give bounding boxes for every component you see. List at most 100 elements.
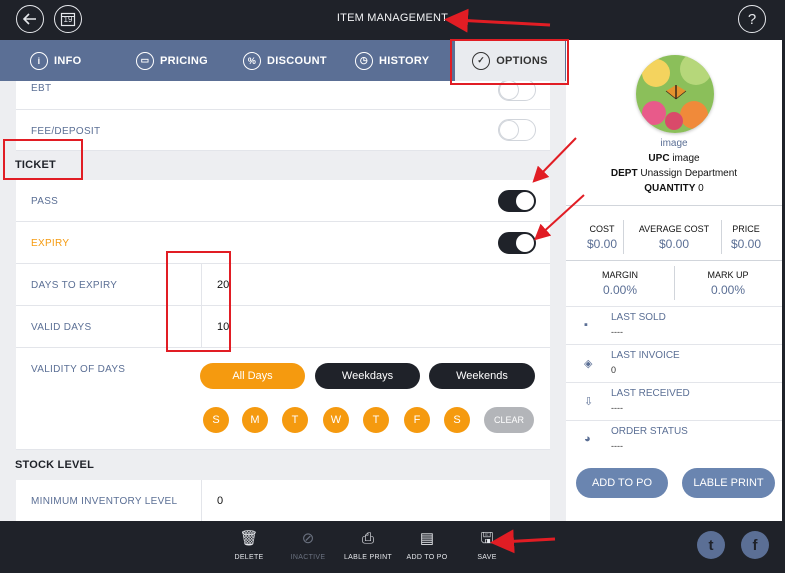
delete-label: DELETE xyxy=(234,554,264,561)
pass-toggle[interactable] xyxy=(498,190,536,212)
last-received-label: LAST RECEIVED xyxy=(611,388,690,399)
inactive-label: INACTIVE xyxy=(290,554,326,561)
download-icon: ⇩ xyxy=(584,396,594,408)
valid-days-row: VALID DAYS 10 xyxy=(16,306,550,348)
clear-days-button[interactable]: CLEAR xyxy=(484,407,534,433)
pass-label: PASS xyxy=(31,196,59,207)
bottom-toolbar: 🗑︎ DELETE ⊘ INACTIVE ⎙ LABLE PRINT ▤ ADD… xyxy=(0,521,785,573)
save-button[interactable]: 🖫︎ SAVE xyxy=(457,529,517,561)
delete-button[interactable]: 🗑︎ DELETE xyxy=(219,529,279,561)
options-panel: EBT FEE/DEPOSIT TICKET PASS EXPIRY DAYS … xyxy=(0,81,566,521)
valid-days-label: VALID DAYS xyxy=(31,322,92,333)
min-inventory-field[interactable]: 0 xyxy=(201,480,223,521)
annotation-box-ticket xyxy=(3,139,83,180)
expiry-toggle[interactable] xyxy=(498,232,536,254)
help-icon[interactable]: ? xyxy=(738,5,766,33)
trash-icon: 🗑︎ xyxy=(239,530,259,547)
tab-pricing-label: PRICING xyxy=(160,54,208,67)
price-label: PRICE xyxy=(732,224,760,234)
divider xyxy=(566,260,782,261)
days-to-expiry-row: DAYS TO EXPIRY 20 xyxy=(16,264,550,306)
printer-icon: ⎙ xyxy=(361,530,374,547)
min-inventory-label: MINIMUM INVENTORY LEVEL xyxy=(31,496,178,507)
last-invoice-value: 0 xyxy=(611,365,617,375)
last-sold-value: ---- xyxy=(611,327,623,337)
average-cost-value: $0.00 xyxy=(658,237,690,251)
day-tuesday[interactable]: T xyxy=(282,407,308,433)
last-invoice-row[interactable]: ◈ LAST INVOICE 0 xyxy=(566,344,782,382)
margin-value: 0.00% xyxy=(602,283,638,297)
twitter-icon[interactable]: t xyxy=(697,531,725,559)
price-value: $0.00 xyxy=(730,237,762,251)
fee-deposit-toggle[interactable] xyxy=(498,119,536,141)
tab-history-label: HISTORY xyxy=(379,54,430,67)
validity-label: VALIDITY OF DAYS xyxy=(31,364,126,375)
page-title: ITEM MANAGEMENT xyxy=(336,12,449,24)
quantity-line: QUANTITY 0 xyxy=(644,183,704,194)
pie-icon: ◕ xyxy=(584,433,591,445)
day-thursday[interactable]: T xyxy=(363,407,389,433)
add-to-po-button[interactable]: ADD TO PO xyxy=(576,468,668,498)
day-wednesday[interactable]: W xyxy=(323,407,349,433)
image-link[interactable]: image xyxy=(566,138,782,149)
lable-print-label: LABLE PRINT xyxy=(343,554,393,561)
ebt-label: EBT xyxy=(31,83,52,94)
add-to-po-toolbar-button[interactable]: ▤ ADD TO PO xyxy=(397,529,457,561)
divider xyxy=(566,205,782,206)
weekdays-button[interactable]: Weekdays xyxy=(315,363,420,389)
fee-deposit-label: FEE/DEPOSIT xyxy=(31,126,101,137)
day-sunday[interactable]: S xyxy=(203,407,229,433)
item-summary-panel: image UPC image DEPT Unassign Department… xyxy=(566,40,782,521)
cost-label: COST xyxy=(589,224,615,234)
cost-value: $0.00 xyxy=(586,237,618,251)
annotation-box-values xyxy=(166,251,231,352)
tab-discount[interactable]: % DISCOUNT xyxy=(243,40,327,81)
facebook-icon[interactable]: f xyxy=(741,531,769,559)
expiry-row: EXPIRY xyxy=(16,222,550,264)
top-bar: 19 ITEM MANAGEMENT ? xyxy=(0,0,785,38)
day-monday[interactable]: M xyxy=(242,407,268,433)
fee-deposit-row: FEE/DEPOSIT xyxy=(16,110,550,151)
label-print-button[interactable]: LABLE PRINT xyxy=(682,468,775,498)
item-management-screen: 19 ITEM MANAGEMENT ? i INFO ▭ PRICING % … xyxy=(0,0,785,573)
tab-history[interactable]: ◷ HISTORY xyxy=(355,40,429,81)
min-inventory-row: MINIMUM INVENTORY LEVEL 0 xyxy=(16,480,550,521)
add-to-po-label: ADD TO PO xyxy=(406,554,448,561)
inactive-icon: ⊘ xyxy=(301,530,315,547)
pricing-icon: ▭ xyxy=(136,51,154,70)
last-received-value: ---- xyxy=(611,403,623,413)
tab-discount-label: DISCOUNT xyxy=(267,54,327,67)
margin-label: MARGIN xyxy=(602,270,638,280)
weekends-button[interactable]: Weekends xyxy=(429,363,535,389)
layers-icon: ◈ xyxy=(584,358,593,370)
divider xyxy=(623,220,624,254)
all-days-button[interactable]: All Days xyxy=(200,363,305,389)
order-status-value: ---- xyxy=(611,441,623,451)
stock-level-section-title: STOCK LEVEL xyxy=(15,459,95,471)
item-image[interactable] xyxy=(636,55,714,133)
save-icon: 🖫︎ xyxy=(480,530,494,547)
clock-icon: ◷ xyxy=(355,51,373,70)
last-sold-row[interactable]: ▪ LAST SOLD ---- xyxy=(566,306,782,344)
tab-info[interactable]: i INFO xyxy=(30,40,81,81)
bag-icon: ▪ xyxy=(584,319,588,331)
upc-line: UPC image xyxy=(648,153,700,164)
average-cost-label: AVERAGE COST xyxy=(638,224,710,234)
pass-row: PASS xyxy=(16,180,550,222)
validity-row: VALIDITY OF DAYS All Days Weekdays Weeke… xyxy=(16,348,550,450)
tab-pricing[interactable]: ▭ PRICING xyxy=(136,40,208,81)
day-friday[interactable]: F xyxy=(404,407,430,433)
order-status-row[interactable]: ◕ ORDER STATUS ---- xyxy=(566,420,782,458)
inactive-button[interactable]: ⊘ INACTIVE xyxy=(278,529,338,561)
last-received-row[interactable]: ⇩ LAST RECEIVED ---- xyxy=(566,382,782,420)
save-label: SAVE xyxy=(477,554,497,561)
annotation-box-options xyxy=(450,39,569,85)
markup-value: 0.00% xyxy=(710,283,746,297)
percent-icon: % xyxy=(243,51,261,70)
po-icon: ▤ xyxy=(419,530,435,547)
dept-line: DEPT Unassign Department xyxy=(610,168,738,179)
day-saturday[interactable]: S xyxy=(444,407,470,433)
lable-print-button[interactable]: ⎙ LABLE PRINT xyxy=(338,529,398,561)
markup-label: MARK UP xyxy=(707,270,749,280)
last-invoice-label: LAST INVOICE xyxy=(611,350,680,361)
